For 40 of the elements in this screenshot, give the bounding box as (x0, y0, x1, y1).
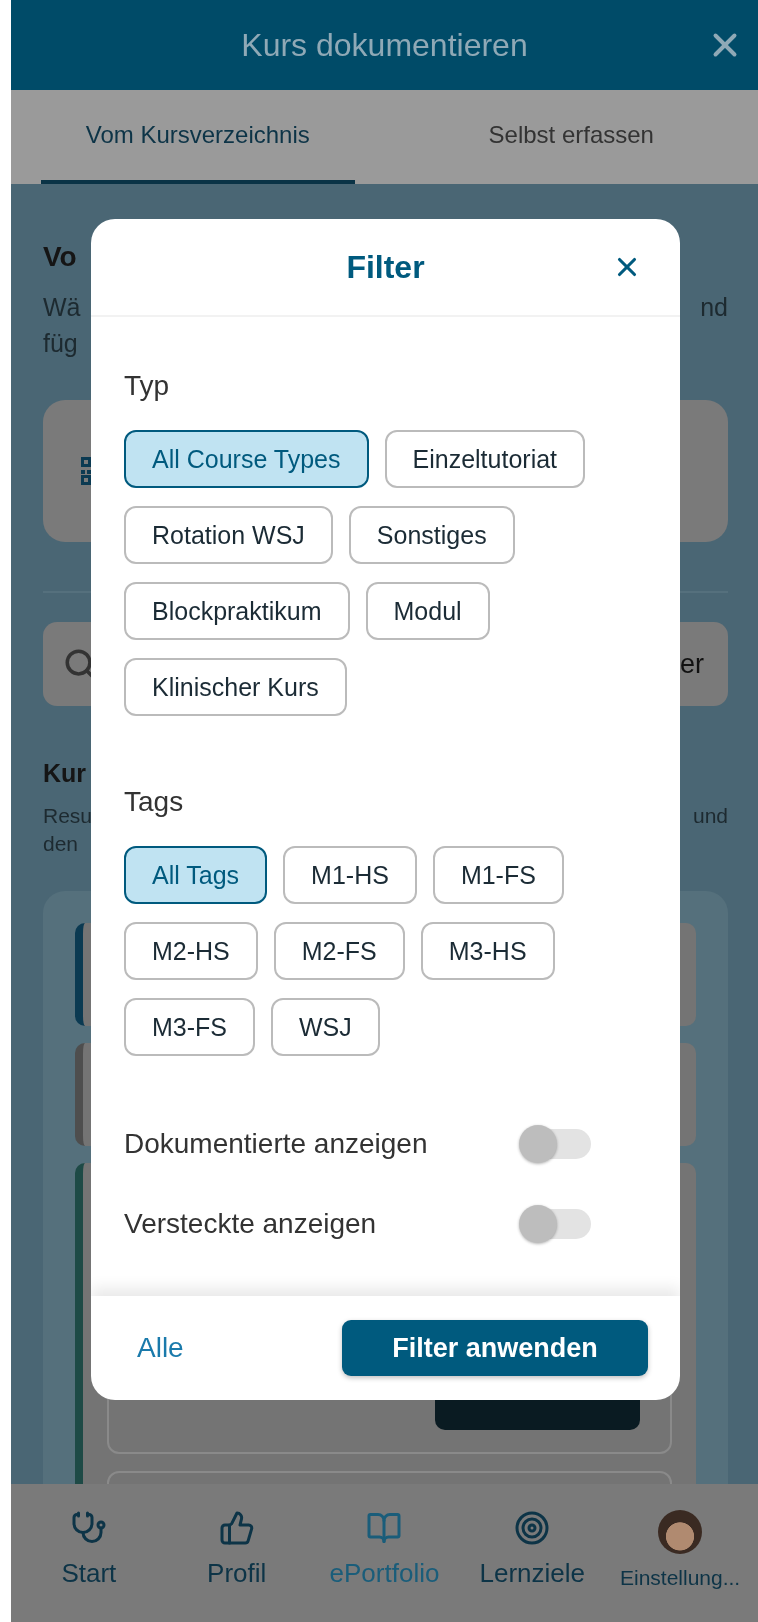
filter-chip[interactable]: All Tags (124, 846, 268, 904)
filter-chip[interactable]: Blockpraktikum (124, 582, 350, 640)
filter-chip[interactable]: Einzeltutoriat (384, 430, 586, 488)
stethoscope-icon (70, 1510, 107, 1546)
toggle-label: Versteckte anzeigen (124, 1208, 377, 1240)
thumbs-up-icon (218, 1510, 255, 1546)
section-heading: Kur (43, 758, 87, 788)
description-text: Resu (43, 803, 93, 829)
toggle-label: Dokumentierte anzeigen (124, 1128, 428, 1160)
filter-chip[interactable]: Rotation WSJ (124, 506, 333, 564)
filter-chip[interactable]: WSJ (271, 998, 380, 1056)
filter-chip[interactable]: Sonstiges (348, 506, 515, 564)
filter-chip[interactable]: M1-HS (283, 846, 417, 904)
dialog-title: Filter (346, 248, 425, 286)
section-heading: Vo (43, 240, 77, 274)
description-text: und (692, 803, 728, 829)
tab[interactable]: Selbst erfassen (414, 90, 728, 184)
filter-chip[interactable]: M3-HS (420, 922, 555, 980)
filter-chip[interactable]: M1-FS (432, 846, 564, 904)
reset-link[interactable]: Alle (137, 1332, 184, 1364)
filter-chip[interactable]: M2-FS (273, 922, 405, 980)
filter-chip[interactable]: All Course Types (124, 430, 369, 488)
filter-chip[interactable]: Klinischer Kurs (124, 658, 347, 716)
description-text: den (43, 831, 79, 857)
qr-code-icon (81, 457, 91, 485)
apply-button[interactable]: Filter anwenden (342, 1320, 648, 1376)
section-heading: Tags (124, 785, 185, 819)
filter-chip[interactable]: Modul (365, 582, 490, 640)
page-title: Kurs dokumentieren (241, 26, 528, 64)
target-icon (514, 1510, 551, 1546)
section-heading: Typ (124, 369, 171, 403)
description-text: füg (43, 328, 78, 359)
description-text: nd (700, 292, 728, 323)
description-text: Wä (43, 292, 81, 323)
search-text: er (680, 648, 704, 680)
filter-chip[interactable]: M2-HS (124, 922, 258, 980)
tab[interactable]: Vom Kursverzeichnis (41, 90, 355, 184)
filter-chip[interactable]: M3-FS (124, 998, 255, 1056)
book-icon (366, 1510, 403, 1546)
avatar (658, 1510, 703, 1554)
